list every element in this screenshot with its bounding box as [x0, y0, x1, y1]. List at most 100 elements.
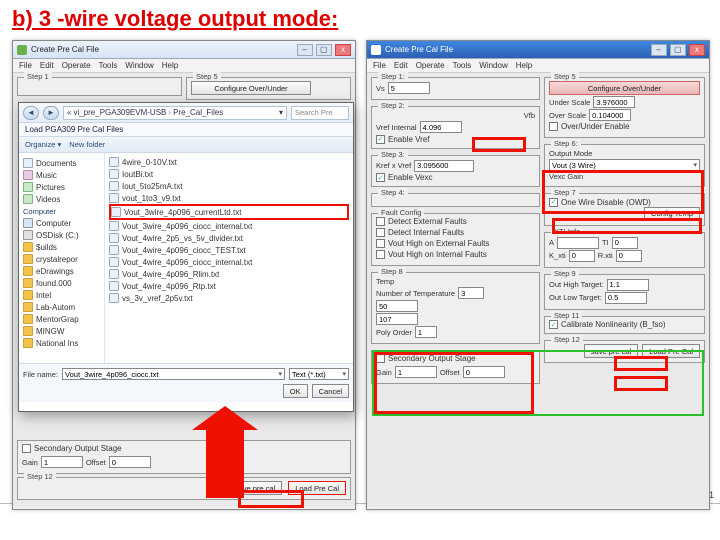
nonlinearity-checkbox[interactable]: ✓Calibrate Nonlinearity (B_fso)	[549, 320, 666, 329]
new-folder-button[interactable]: New folder	[69, 140, 105, 149]
offset-field[interactable]: 0	[463, 366, 505, 378]
file-item[interactable]: Vout_4wire_4p096_ciocc_internal.txt	[109, 256, 349, 268]
menu-help[interactable]: Help	[516, 61, 532, 70]
load-precal-button[interactable]: Load Pre Cal	[642, 344, 700, 358]
vref-field[interactable]: 4.096	[420, 121, 462, 133]
menu-edit[interactable]: Edit	[394, 61, 408, 70]
sidebar-item[interactable]: crystalrepor	[21, 253, 102, 265]
menu-edit[interactable]: Edit	[40, 61, 54, 70]
minimize-button[interactable]: –	[651, 44, 667, 56]
sidebar-item[interactable]: Documents	[21, 157, 102, 169]
sidebar-item[interactable]: eDrawings	[21, 265, 102, 277]
sidebar-item[interactable]: found.000	[21, 277, 102, 289]
file-item-selected[interactable]: Vout_3wire_4p096_currentLtd.txt	[109, 204, 349, 220]
fault-chk[interactable]: Detect External Faults	[376, 217, 467, 226]
menu-file[interactable]: File	[19, 61, 32, 70]
close-button[interactable]: x	[335, 44, 351, 56]
temp-field[interactable]: 50	[376, 300, 418, 312]
close-button[interactable]: x	[689, 44, 705, 56]
gain-field[interactable]: 1	[395, 366, 437, 378]
step1-group: Step 1	[17, 77, 182, 96]
sidebar-item[interactable]: Videos	[21, 193, 102, 205]
outlow-field[interactable]: 0.5	[605, 292, 647, 304]
filename-field[interactable]: Vout_3wire_4p096_ciocc.txt	[62, 368, 285, 380]
minimize-button[interactable]: –	[297, 44, 313, 56]
overunder-enable-checkbox[interactable]: Over/Under Enable	[549, 122, 629, 131]
secondary-output-checkbox[interactable]: Secondary Output Stage	[22, 444, 122, 453]
save-precal-button[interactable]: save pre cal	[584, 344, 638, 358]
menu-tools[interactable]: Tools	[99, 61, 118, 70]
red-arrow-icon	[206, 426, 244, 498]
poly-field[interactable]: 1	[415, 326, 437, 338]
enable-vexc-checkbox[interactable]: ✓Enable Vexc	[376, 173, 432, 182]
sidebar-item[interactable]: $uilds	[21, 241, 102, 253]
nav-back-button[interactable]: ◄	[23, 106, 39, 120]
sidebar-item[interactable]: Intel	[21, 289, 102, 301]
step5-group: Step 5 Configure Over/Under	[186, 77, 351, 100]
file-item[interactable]: Vout_4wire_4p096_Rlim.txt	[109, 268, 349, 280]
menu-file[interactable]: File	[373, 61, 386, 70]
menu-tools[interactable]: Tools	[453, 61, 472, 70]
overscale-field[interactable]: 0.104000	[589, 109, 631, 121]
configure-overunder-button[interactable]: Configure Over/Under	[191, 81, 311, 95]
sidebar-item[interactable]: MentorGrap	[21, 313, 102, 325]
fault-title: Fault Config	[378, 208, 424, 217]
kref-field[interactable]: 3.095600	[414, 160, 474, 172]
nav-fwd-button[interactable]: ►	[43, 106, 59, 120]
sidebar-item[interactable]: Pictures	[21, 181, 102, 193]
underscale-field[interactable]: 3.976000	[593, 96, 635, 108]
ti-field[interactable]: 0	[612, 237, 638, 249]
kxti-field[interactable]: 0	[569, 250, 595, 262]
file-item[interactable]: vs_3v_vref_2p5v.txt	[109, 292, 349, 304]
sidebar-item[interactable]: National Ins	[21, 337, 102, 349]
step11-group: Step 11 ✓Calibrate Nonlinearity (B_fso)	[544, 316, 705, 335]
temp-field[interactable]: 107	[376, 313, 418, 325]
rxti-field[interactable]: 0	[616, 250, 642, 262]
secondary-output-checkbox[interactable]: Secondary Output Stage	[376, 354, 476, 363]
organize-menu[interactable]: Organize ▾	[25, 140, 61, 149]
menu-help[interactable]: Help	[162, 61, 178, 70]
gain-field[interactable]: 1	[41, 456, 83, 468]
vs-field[interactable]: 5	[388, 82, 430, 94]
a-field[interactable]	[557, 237, 599, 249]
file-item[interactable]: Vout_3wire_4p096_ciocc_internal.txt	[109, 220, 349, 232]
menu-operate[interactable]: Operate	[62, 61, 91, 70]
step2-title: Step 2:	[378, 101, 408, 110]
sidebar-item[interactable]: Computer	[21, 217, 102, 229]
file-item[interactable]: Vout_4wire_4p096_Rtp.txt	[109, 280, 349, 292]
menu-window[interactable]: Window	[479, 61, 507, 70]
owd-checkbox[interactable]: ✓One Wire Disable (OWD)	[549, 198, 651, 207]
config-temp-button[interactable]: Config Temp	[644, 207, 700, 221]
configure-overunder-button[interactable]: Configure Over/Under	[549, 81, 700, 95]
overscale-label: Over Scale	[549, 111, 586, 120]
sidebar-item[interactable]: MINGW	[21, 325, 102, 337]
load-precal-button[interactable]: Load Pre Cal	[288, 481, 346, 495]
sidebar-item[interactable]: Music	[21, 169, 102, 181]
outhigh-field[interactable]: 1.1	[607, 279, 649, 291]
ok-button[interactable]: OK	[283, 384, 308, 398]
file-item[interactable]: 4wire_0-10V.txt	[109, 156, 349, 168]
outputmode-select[interactable]: Vout (3 Wire)	[549, 159, 700, 171]
menubar-left: File Edit Operate Tools Window Help	[13, 59, 355, 73]
file-item[interactable]: IoutBi.txt	[109, 168, 349, 180]
breadcrumb[interactable]: « vi_pre_PGA309EVM-USB› Pre_Cal_Files ▾	[63, 106, 287, 120]
fault-chk[interactable]: Vout High on External Faults	[376, 239, 489, 248]
file-item[interactable]: vout_1to3_v9.txt	[109, 192, 349, 204]
offset-field[interactable]: 0	[109, 456, 151, 468]
maximize-button[interactable]: ▢	[316, 44, 332, 56]
underscale-label: Under Scale	[549, 98, 590, 107]
filetype-select[interactable]: Text (*.txt)	[289, 368, 349, 380]
file-item[interactable]: Vout_4wire_4p096_ciocc_TEST.txt	[109, 244, 349, 256]
menu-operate[interactable]: Operate	[416, 61, 445, 70]
file-item[interactable]: Iout_5to25mA.txt	[109, 180, 349, 192]
sidebar-item[interactable]: Lab-Autom	[21, 301, 102, 313]
enable-vref-checkbox[interactable]: ✓Enable Vref	[376, 135, 430, 144]
menu-window[interactable]: Window	[125, 61, 153, 70]
search-input[interactable]: Search Pre	[291, 106, 349, 120]
fault-chk[interactable]: Vout High on Internal Faults	[376, 250, 487, 259]
cancel-button[interactable]: Cancel	[312, 384, 349, 398]
fault-chk[interactable]: Detect Internal Faults	[376, 228, 464, 237]
sidebar-item[interactable]: OSDisk (C:)	[21, 229, 102, 241]
maximize-button[interactable]: ▢	[670, 44, 686, 56]
file-item[interactable]: Vout_4wire_2p5_vs_5v_divider.txt	[109, 232, 349, 244]
